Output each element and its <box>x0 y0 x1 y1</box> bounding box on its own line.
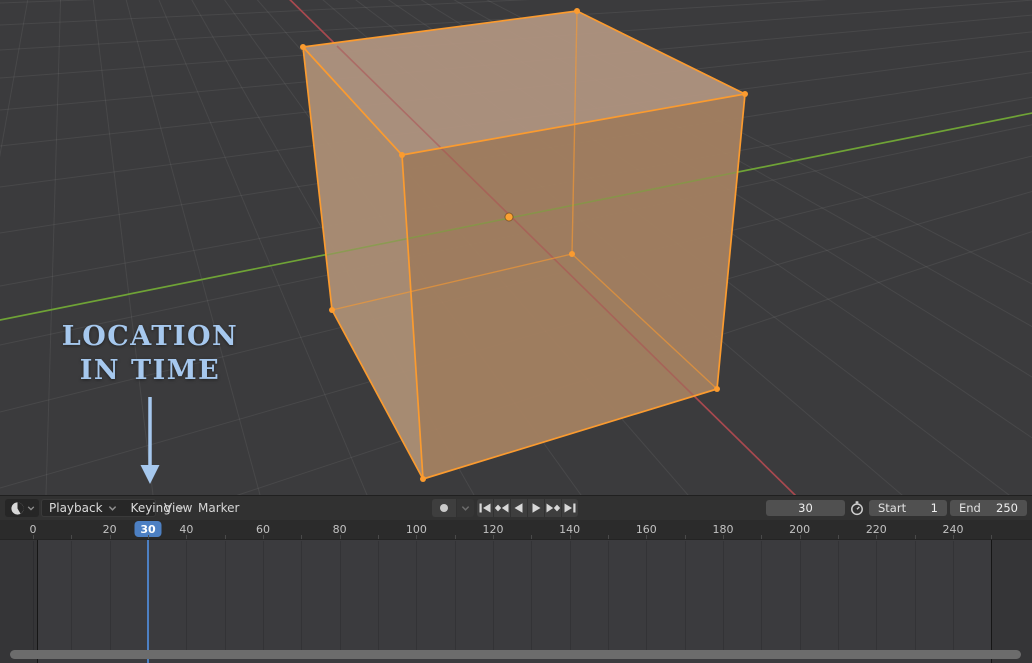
frame-gridline <box>263 541 264 651</box>
start-label: Start <box>878 501 906 515</box>
playhead-line[interactable] <box>147 540 149 663</box>
end-frame-field[interactable]: End 250 <box>950 500 1027 516</box>
play-reverse-button[interactable] <box>511 499 527 517</box>
playback-menu[interactable]: Playback <box>42 500 124 516</box>
frame-gridline <box>110 541 111 651</box>
current-frame-field[interactable]: 30 <box>766 500 845 516</box>
play-icon <box>528 502 544 514</box>
frame-gridline <box>915 541 916 651</box>
frame-gridline <box>761 541 762 651</box>
clock-icon <box>10 501 25 516</box>
start-value: 1 <box>931 501 938 515</box>
frame-gridline <box>723 541 724 651</box>
previous-keyframe-icon <box>494 502 510 514</box>
frame-gridline <box>225 541 226 651</box>
current-frame-value: 30 <box>798 501 813 515</box>
frame-gridline <box>71 541 72 651</box>
timeline-track-area[interactable] <box>0 539 1032 663</box>
play-button[interactable] <box>528 499 544 517</box>
end-value: 250 <box>996 501 1018 515</box>
frame-gridline <box>531 541 532 651</box>
frame-gridline <box>646 541 647 651</box>
next-keyframe-icon <box>545 502 561 514</box>
annotation-line-1: LOCATION <box>30 320 270 354</box>
next-keyframe-button[interactable] <box>545 499 561 517</box>
chevron-down-icon <box>27 504 35 512</box>
start-frame-field[interactable]: Start 1 <box>869 500 947 516</box>
frame-gridline <box>455 541 456 651</box>
frame-gridline <box>685 541 686 651</box>
jump-to-start-button[interactable] <box>477 499 493 517</box>
jump-to-end-icon <box>562 502 578 514</box>
auto-keying-record-button[interactable] <box>432 499 456 517</box>
previous-keyframe-button[interactable] <box>494 499 510 517</box>
frame-gridline <box>378 541 379 651</box>
keying-options-dropdown[interactable] <box>457 499 474 517</box>
frame-gridline <box>800 541 801 651</box>
marker-menu[interactable]: Marker <box>192 499 245 517</box>
editor-type-button[interactable] <box>5 499 39 517</box>
frame-gridline <box>570 541 571 651</box>
frame-gridline <box>953 541 954 651</box>
frame-gridline <box>876 541 877 651</box>
transport-controls <box>477 499 578 517</box>
playback-keying-group: Playback Keying <box>41 499 156 517</box>
annotation-arrow <box>135 392 165 487</box>
range-start-line <box>37 540 38 663</box>
annotation-text: LOCATION IN TIME <box>30 320 270 388</box>
before-range-shading <box>0 540 37 663</box>
frame-gridline <box>608 541 609 651</box>
playback-label: Playback <box>49 501 103 515</box>
horizontal-scrollbar[interactable] <box>10 650 1021 659</box>
chevron-down-icon <box>108 504 117 512</box>
frame-gridline <box>340 541 341 651</box>
stopwatch-icon[interactable] <box>849 500 865 516</box>
after-range-shading <box>991 540 1032 663</box>
frame-gridline <box>186 541 187 651</box>
jump-to-end-button[interactable] <box>562 499 578 517</box>
frame-gridline <box>301 541 302 651</box>
timeline-editor: Playback Keying View Marker <box>0 495 1032 663</box>
annotation-line-2: IN TIME <box>30 354 270 388</box>
chevron-down-icon <box>461 504 470 512</box>
blender-window: LOCATION IN TIME Playback <box>0 0 1032 663</box>
record-circle-icon <box>438 502 450 514</box>
jump-to-start-icon <box>477 502 493 514</box>
frame-gridline <box>416 541 417 651</box>
play-reverse-icon <box>511 502 527 514</box>
range-end-line <box>991 540 992 663</box>
timeline-ruler[interactable]: 30 020406080100120140160180200220240 <box>0 520 1032 539</box>
3d-viewport[interactable]: LOCATION IN TIME <box>0 0 1032 495</box>
frame-gridline <box>838 541 839 651</box>
timeline-header: Playback Keying View Marker <box>0 496 1032 520</box>
end-label: End <box>959 501 981 515</box>
frame-gridline <box>493 541 494 651</box>
